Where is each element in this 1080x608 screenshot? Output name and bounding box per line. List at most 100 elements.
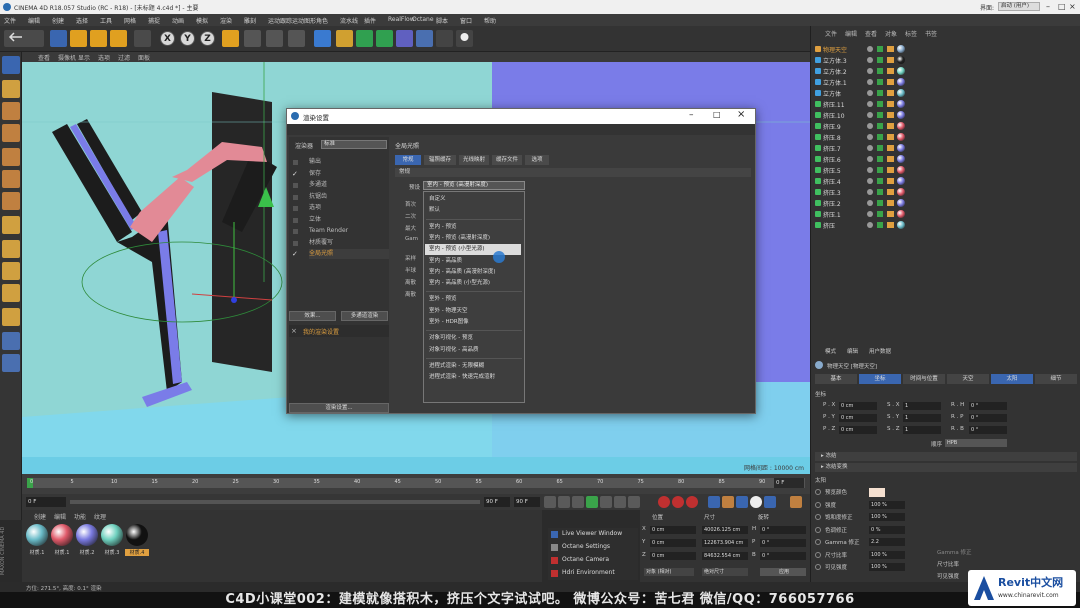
menu-item[interactable]: 编辑	[28, 16, 40, 25]
material-tag-icon[interactable]	[897, 100, 905, 108]
phong-tag-icon[interactable]	[887, 156, 894, 162]
visibility-dot-icon[interactable]	[867, 79, 873, 85]
sidebar-check-icon[interactable]: ✓	[292, 250, 298, 258]
visibility-dot-icon[interactable]	[867, 90, 873, 96]
coord-position-field[interactable]: 0 cm	[650, 526, 696, 534]
material-ball[interactable]	[51, 524, 73, 546]
attr-scale-field[interactable]: 1	[903, 402, 941, 410]
object-menu-item[interactable]: 对象	[885, 29, 897, 38]
attr-anim-dot-icon[interactable]	[815, 564, 821, 570]
attr-tab[interactable]: 时间与位置	[903, 374, 945, 384]
dialog-tab[interactable]: 光线映射	[459, 155, 489, 165]
dropdown-option[interactable]: 室内 - 预览 (小型光源)	[425, 244, 521, 255]
sidebar-checkbox-icon[interactable]	[293, 217, 298, 223]
object-row[interactable]: 挤压.1	[815, 209, 1077, 220]
cube-primitive-icon[interactable]	[314, 30, 331, 47]
enable-check-icon[interactable]	[877, 156, 883, 162]
phong-tag-icon[interactable]	[887, 200, 894, 206]
sidebar-item[interactable]: 抗锯齿	[309, 192, 389, 202]
coord-position-field[interactable]: 0 cm	[650, 552, 696, 560]
enable-check-icon[interactable]	[877, 101, 883, 107]
object-row[interactable]: 挤压.3	[815, 187, 1077, 198]
go-to-start-icon[interactable]	[544, 496, 556, 508]
menu-item[interactable]: 流水线	[340, 16, 358, 25]
object-menu-item[interactable]: 编辑	[845, 29, 857, 38]
minimize-icon[interactable]: –	[1046, 2, 1050, 11]
sidebar-item[interactable]: 输出	[309, 157, 389, 167]
coord-size-field[interactable]: 84632.554 cm	[702, 552, 748, 560]
material-tag-icon[interactable]	[897, 210, 905, 218]
coord-size-field[interactable]: 40026.125 cm	[702, 526, 748, 534]
viewport-menu-item[interactable]: 面板	[138, 53, 150, 62]
attr-tab[interactable]: 基本	[815, 374, 857, 384]
attr-position-field[interactable]: 0 cm	[839, 414, 877, 422]
go-to-end-icon[interactable]	[628, 496, 640, 508]
attr-sun-field[interactable]: 100 %	[869, 550, 905, 559]
menu-item[interactable]: 网格	[124, 16, 136, 25]
menu-item[interactable]: 选择	[76, 16, 88, 25]
visibility-dot-icon[interactable]	[867, 101, 873, 107]
axis-mode-icon[interactable]	[2, 216, 20, 234]
phong-tag-icon[interactable]	[887, 46, 894, 52]
object-menu-item[interactable]: 查看	[865, 29, 877, 38]
attr-anim-dot-icon[interactable]	[815, 539, 821, 545]
phong-tag-icon[interactable]	[887, 211, 894, 217]
enable-check-icon[interactable]	[877, 46, 883, 52]
z-axis-lock-icon[interactable]: Z	[200, 31, 215, 46]
select-tool-icon[interactable]	[50, 30, 67, 47]
sidebar-item[interactable]: 材质覆写	[309, 238, 389, 248]
enable-check-icon[interactable]	[877, 189, 883, 195]
attr-tab[interactable]: 天空	[947, 374, 989, 384]
render-view-icon[interactable]	[244, 30, 261, 47]
attr-rotation-field[interactable]: 0 °	[969, 402, 1007, 410]
enable-check-icon[interactable]	[877, 112, 883, 118]
sidebar-checkbox-icon[interactable]	[293, 183, 298, 188]
phong-tag-icon[interactable]	[887, 222, 894, 228]
play-icon[interactable]	[586, 496, 598, 508]
maximize-icon[interactable]: □	[1058, 2, 1066, 11]
attr-anim-dot-icon[interactable]	[815, 526, 821, 533]
preset-select[interactable]: 室内 - 预览 (高漫射深度)	[423, 181, 525, 190]
visibility-dot-icon[interactable]	[867, 145, 873, 151]
material-tag-icon[interactable]	[897, 56, 905, 64]
attr-anim-dot-icon[interactable]	[815, 489, 821, 495]
coord-position-field[interactable]: 0 cm	[650, 539, 696, 547]
menu-item[interactable]: 工具	[100, 16, 112, 25]
enable-check-icon[interactable]	[877, 145, 883, 151]
attr-scale-field[interactable]: 1	[903, 414, 941, 422]
attr-scale-field[interactable]: 1	[903, 426, 941, 434]
dropdown-option[interactable]: 室内 - 高品质 (高漫射深度)	[429, 267, 525, 278]
object-row[interactable]: 挤压.8	[815, 132, 1077, 143]
prev-key-icon[interactable]	[558, 496, 570, 508]
locked-workplane-icon[interactable]	[2, 284, 20, 302]
object-row[interactable]: 挤压.2	[815, 198, 1077, 209]
attr-tab[interactable]: 太阳	[991, 374, 1033, 384]
effects-button[interactable]: 效果...	[289, 311, 336, 321]
render-picture-icon[interactable]	[266, 30, 283, 47]
menu-item[interactable]: 渲染	[220, 16, 232, 25]
attr-tab[interactable]: 细节	[1035, 374, 1077, 384]
enable-check-icon[interactable]	[877, 134, 883, 140]
next-key-icon[interactable]	[614, 496, 626, 508]
attr-tab[interactable]: 坐标	[859, 374, 901, 384]
layer-icon[interactable]	[2, 354, 20, 372]
deformer-icon[interactable]	[396, 30, 413, 47]
phong-tag-icon[interactable]	[887, 189, 894, 195]
dropdown-option[interactable]: 室内 - 高品质	[429, 256, 525, 267]
material-tag-icon[interactable]	[897, 122, 905, 130]
octane-menu-item[interactable]: Octane Settings	[548, 541, 638, 553]
render-setting-entry[interactable]: × 我的渲染设置	[289, 325, 389, 337]
attr-menu-item[interactable]: 用户数据	[869, 347, 891, 355]
visibility-dot-icon[interactable]	[867, 123, 873, 129]
material-tag-icon[interactable]	[897, 199, 905, 207]
attr-rotation-field[interactable]: 0 °	[969, 414, 1007, 422]
material-ball[interactable]	[126, 524, 148, 546]
material-tag-icon[interactable]	[897, 89, 905, 97]
material-menu-item[interactable]: 编辑	[54, 512, 66, 521]
make-editable-icon[interactable]	[2, 56, 20, 74]
pla-key-icon[interactable]	[764, 496, 776, 508]
sidebar-item[interactable]: 全局光照	[309, 249, 389, 259]
dropdown-option[interactable]: 室内 - 高品质 (小型光源)	[429, 278, 525, 289]
menu-item[interactable]: 脚本	[436, 16, 448, 25]
enable-check-icon[interactable]	[877, 57, 883, 63]
